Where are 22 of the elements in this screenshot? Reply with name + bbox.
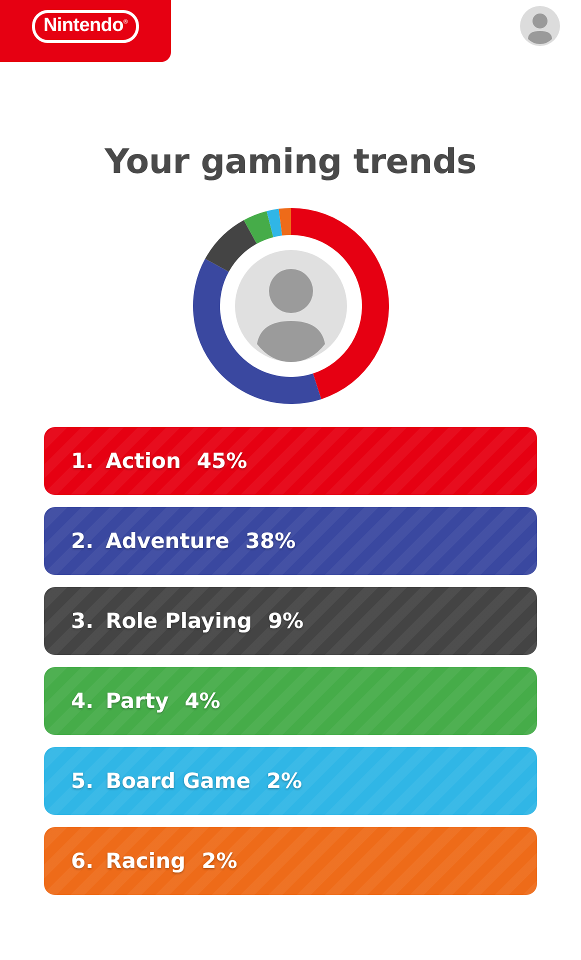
- genre-name: Role Playing: [106, 609, 252, 633]
- genre-name: Board Game: [106, 769, 250, 793]
- genre-percent: 38%: [245, 529, 296, 553]
- rank-number: 6.: [71, 849, 94, 873]
- rank-number: 5.: [71, 769, 94, 793]
- genre-percent: 2%: [266, 769, 302, 793]
- genre-percent: 4%: [184, 689, 220, 713]
- rank-number: 4.: [71, 689, 94, 713]
- genre-name: Action: [106, 449, 181, 473]
- genre-percent: 45%: [196, 449, 248, 473]
- rank-number: 1.: [71, 449, 94, 473]
- genre-name: Adventure: [106, 529, 230, 553]
- page-title: Your gaming trends: [104, 142, 478, 182]
- user-avatar-icon: [235, 250, 347, 362]
- genre-name: Party: [106, 689, 169, 713]
- genre-percent: 2%: [202, 849, 238, 873]
- genre-percent: 9%: [268, 609, 304, 633]
- rank-number: 3.: [71, 609, 94, 633]
- rank-number: 2.: [71, 529, 94, 553]
- user-avatar-icon[interactable]: [520, 6, 560, 46]
- genre-name: Racing: [106, 849, 186, 873]
- nintendo-logo: Nintendo$^{®}$: [32, 10, 139, 42]
